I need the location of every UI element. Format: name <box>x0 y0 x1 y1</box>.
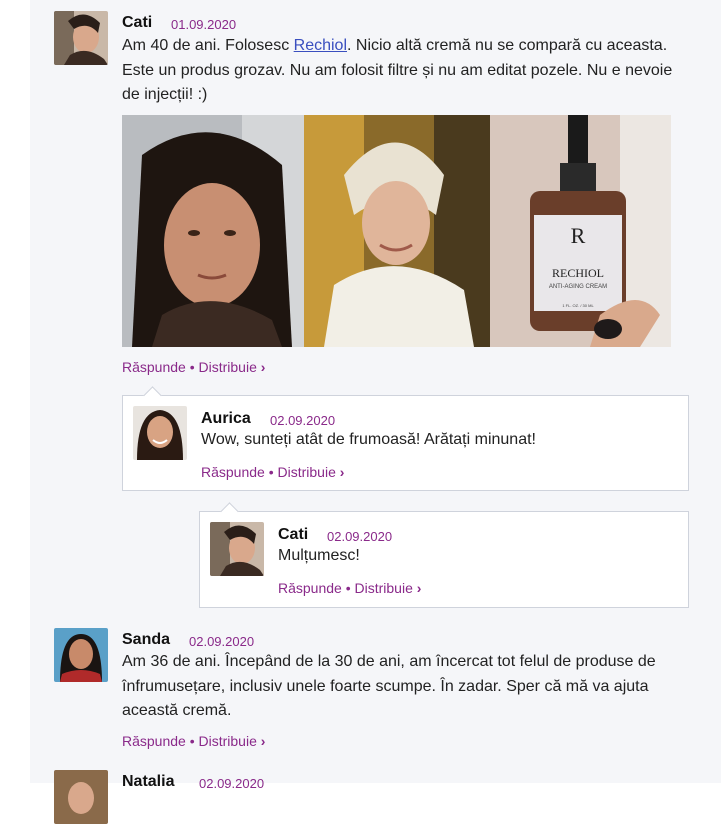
reply-button[interactable]: Răspunde <box>122 733 186 749</box>
photo-product-bottle: R RECHIOL ANTI-AGING CREAM 1 FL. OZ. / 3… <box>490 115 671 347</box>
comment-author: Sanda <box>122 631 171 648</box>
comment-text: Mulțumesc! <box>278 547 360 564</box>
reply-button[interactable]: Răspunde <box>278 580 342 596</box>
comment-author: Cati <box>278 526 309 543</box>
photo-woman-headscarf <box>304 115 490 347</box>
reply-button[interactable]: Răspunde <box>122 359 186 375</box>
comment-actions: Răspunde • Distribuie › <box>122 359 265 375</box>
comment-date: 02.09.2020 <box>327 529 393 544</box>
avatar <box>54 11 108 65</box>
share-button[interactable]: Distribuie <box>355 580 413 596</box>
comment-date: 02.09.2020 <box>189 634 255 649</box>
chevron-right-icon: › <box>339 464 345 480</box>
product-link[interactable]: Rechiol <box>294 37 347 54</box>
comment-actions: Răspunde • Distribuie › <box>201 464 344 480</box>
comment-text: Am 36 de ani. Începând de la 30 de ani, … <box>122 653 656 719</box>
chevron-right-icon: › <box>260 359 266 375</box>
chevron-right-icon: › <box>260 733 266 749</box>
avatar <box>210 522 264 576</box>
avatar <box>54 628 108 682</box>
product-label: RECHIOL <box>552 266 604 280</box>
avatar <box>54 770 108 824</box>
reply-button[interactable]: Răspunde <box>201 464 265 480</box>
separator: • <box>345 580 351 596</box>
separator: • <box>189 733 195 749</box>
share-button[interactable]: Distribuie <box>199 359 257 375</box>
photo-woman-dark-hair <box>122 115 304 347</box>
separator: • <box>268 464 274 480</box>
comment-actions: Răspunde • Distribuie › <box>278 580 421 596</box>
comment-author: Aurica <box>201 410 251 427</box>
svg-text:R: R <box>571 223 586 248</box>
share-button[interactable]: Distribuie <box>278 464 336 480</box>
comment-date: 01.09.2020 <box>171 17 237 32</box>
separator: • <box>189 359 195 375</box>
comment-date: 02.09.2020 <box>199 776 265 791</box>
product-volume: 1 FL. OZ. / 30 ML <box>562 303 594 308</box>
share-button[interactable]: Distribuie <box>199 733 257 749</box>
comment-actions: Răspunde • Distribuie › <box>122 733 265 749</box>
comment-author: Cati <box>122 14 153 31</box>
avatar <box>133 406 187 460</box>
comment-text-part: Am 40 de ani. Folosesc <box>122 37 294 54</box>
comment-author: Natalia <box>122 773 175 790</box>
chevron-right-icon: › <box>416 580 422 596</box>
product-sublabel: ANTI-AGING CREAM <box>549 284 607 290</box>
comment-text: Wow, sunteți atât de frumoasă! Arătați m… <box>201 431 536 448</box>
comment-text: Am 40 de ani. Folosesc Rechiol. Nicio al… <box>122 34 692 108</box>
comment-date: 02.09.2020 <box>270 413 336 428</box>
